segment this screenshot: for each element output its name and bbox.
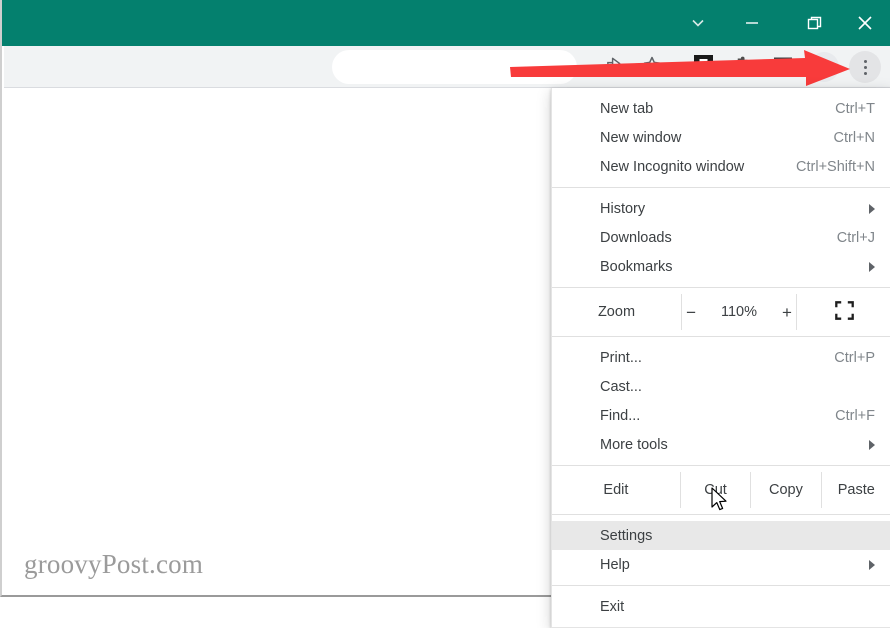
menu-separator (552, 465, 890, 466)
menu-item-find[interactable]: Find... Ctrl+F (552, 401, 890, 430)
menu-item-settings[interactable]: Settings (552, 521, 890, 550)
menu-item-label: More tools (600, 436, 668, 453)
share-icon (605, 55, 624, 79)
title-bar (2, 0, 890, 46)
puzzle-piece-icon (733, 55, 753, 80)
share-button[interactable] (598, 46, 630, 88)
menu-item-label: Exit (600, 598, 625, 615)
fullscreen-icon (834, 300, 854, 324)
menu-separator (552, 514, 890, 515)
edit-row-label: Edit (552, 472, 681, 508)
menu-item-print[interactable]: Print... Ctrl+P (552, 343, 890, 372)
menu-item-shortcut: Ctrl+F (835, 407, 875, 424)
chevron-right-icon (869, 439, 875, 450)
menu-separator (552, 187, 890, 188)
chevron-right-icon (869, 261, 875, 272)
close-icon (855, 13, 875, 33)
extensions-button[interactable] (728, 46, 758, 88)
zoom-controls: − 110% + (682, 294, 797, 330)
menu-item-label: New Incognito window (600, 158, 745, 175)
menu-item-shortcut: Ctrl+P (834, 349, 875, 366)
menu-item-label: Settings (600, 527, 653, 544)
menu-item-label: Help (600, 556, 630, 573)
menu-item-label: Cast... (600, 378, 642, 395)
dropbox-extension-icon (693, 54, 714, 80)
menu-item-history[interactable]: History (552, 194, 890, 223)
side-panel-icon (773, 55, 793, 80)
maximize-button[interactable] (792, 0, 838, 46)
minimize-button[interactable] (729, 0, 775, 46)
menu-item-shortcut: Ctrl+T (835, 100, 875, 117)
menu-item-label: Find... (600, 407, 641, 424)
menu-item-bookmarks[interactable]: Bookmarks (552, 252, 890, 281)
menu-item-new-tab[interactable]: New tab Ctrl+T (552, 94, 890, 123)
cut-button[interactable]: Cut (681, 472, 752, 508)
copy-button[interactable]: Copy (751, 472, 822, 508)
chevron-right-icon (869, 203, 875, 214)
profile-avatar-button[interactable] (807, 46, 841, 88)
tab-search-button[interactable] (675, 0, 721, 46)
dropbox-extension-button[interactable] (688, 46, 718, 88)
menu-row-edit: Edit Cut Copy Paste (552, 472, 890, 508)
menu-item-help[interactable]: Help (552, 550, 890, 579)
side-panel-button[interactable] (768, 46, 798, 88)
watermark-text: groovyPost.com (24, 549, 204, 579)
menu-item-new-incognito-window[interactable]: New Incognito window Ctrl+Shift+N (552, 152, 890, 181)
menu-separator (552, 585, 890, 586)
menu-item-label: Bookmarks (600, 258, 673, 275)
star-icon (642, 55, 662, 80)
menu-item-new-window[interactable]: New window Ctrl+N (552, 123, 890, 152)
fullscreen-button[interactable] (797, 294, 890, 330)
menu-item-downloads[interactable]: Downloads Ctrl+J (552, 223, 890, 252)
chevron-right-icon (869, 559, 875, 570)
menu-item-label: New window (600, 129, 682, 146)
avatar (809, 52, 839, 82)
chevron-down-icon (690, 15, 706, 31)
zoom-in-button[interactable]: + (782, 304, 792, 321)
menu-row-zoom: Zoom − 110% + (552, 294, 890, 330)
zoom-level-value: 110% (720, 304, 757, 320)
menu-item-more-tools[interactable]: More tools (552, 430, 890, 459)
menu-item-exit[interactable]: Exit (552, 592, 890, 621)
address-bar[interactable] (332, 50, 577, 84)
bookmark-button[interactable] (636, 46, 668, 88)
menu-item-shortcut: Ctrl+J (836, 229, 875, 246)
zoom-row-label: Zoom (552, 294, 682, 330)
chrome-main-menu: New tab Ctrl+T New window Ctrl+N New Inc… (551, 88, 890, 628)
minimize-icon (744, 15, 760, 31)
menu-item-cast[interactable]: Cast... (552, 372, 890, 401)
menu-item-label: History (600, 200, 646, 217)
browser-window: groovyPost.com New tab Ctrl+T New window… (0, 0, 890, 628)
menu-item-label: New tab (600, 100, 654, 117)
menu-separator (552, 336, 890, 337)
menu-item-shortcut: Ctrl+N (833, 129, 876, 146)
chrome-menu-button[interactable] (847, 46, 883, 88)
three-dot-menu-icon (849, 51, 881, 83)
menu-item-shortcut: Ctrl+Shift+N (796, 158, 875, 175)
close-button[interactable] (842, 0, 888, 46)
paste-button[interactable]: Paste (822, 472, 890, 508)
menu-item-label: Print... (600, 349, 642, 366)
zoom-out-button[interactable]: − (686, 304, 696, 321)
menu-item-label: Downloads (600, 229, 672, 246)
menu-separator (552, 287, 890, 288)
restore-window-icon (806, 14, 824, 32)
